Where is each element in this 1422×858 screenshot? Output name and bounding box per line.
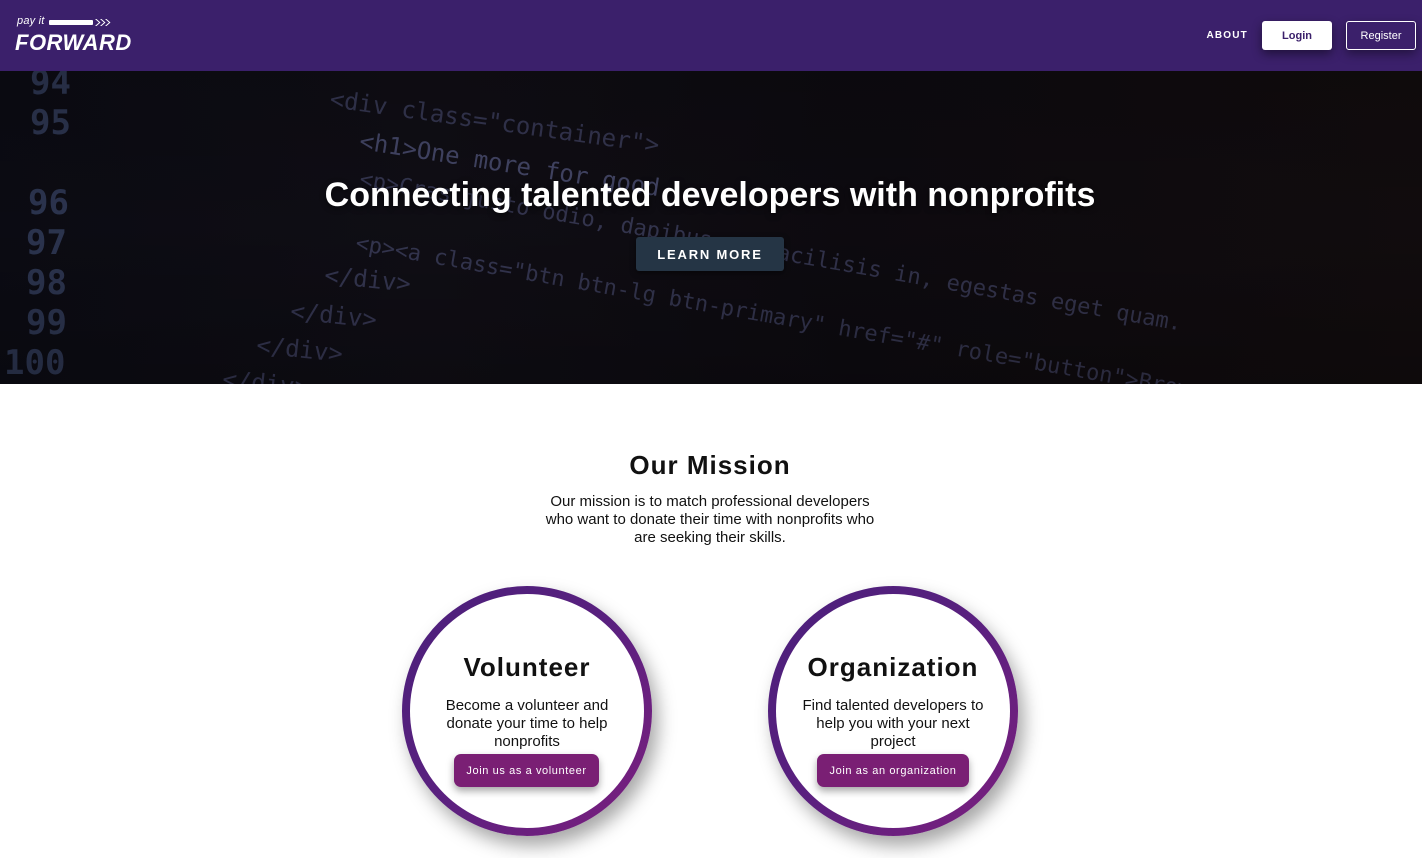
join-organization-button[interactable]: Join as an organization [817, 754, 969, 787]
mission-title: Our Mission [629, 450, 791, 480]
logo-small-text: pay it [17, 14, 45, 27]
logo-big-text: FORWARD [15, 29, 132, 55]
nav-about-link[interactable]: ABOUT [1206, 30, 1248, 41]
login-button[interactable]: Login [1262, 21, 1332, 50]
volunteer-card-inner: Volunteer Become a volunteer and donate … [410, 594, 644, 828]
nav-actions: ABOUT Login Register [1206, 21, 1416, 50]
mission-text: Our mission is to match professional dev… [545, 493, 875, 546]
brand-logo[interactable]: pay it FORWARD [15, 13, 131, 59]
arrow-icon [49, 18, 111, 26]
navbar: pay it FORWARD ABOUT Login Register [0, 0, 1422, 71]
organization-card-inner: Organization Find talented developers to… [776, 594, 1010, 828]
organization-text: Find talented developers to help you wit… [802, 697, 984, 750]
volunteer-card: Volunteer Become a volunteer and donate … [402, 586, 652, 836]
hero-title: Connecting talented developers with nonp… [324, 176, 1096, 214]
join-volunteer-button[interactable]: Join us as a volunteer [454, 754, 599, 787]
organization-card: Organization Find talented developers to… [768, 586, 1018, 836]
volunteer-text: Become a volunteer and donate your time … [445, 697, 609, 750]
volunteer-title: Volunteer [463, 652, 591, 682]
hero-banner: 94 95 96 97 98 99 100 <div class="contai… [0, 71, 1422, 384]
learn-more-button[interactable]: LEARN MORE [636, 237, 784, 271]
hero-overlay [0, 71, 1422, 384]
register-button[interactable]: Register [1346, 21, 1416, 50]
organization-title: Organization [807, 652, 979, 682]
